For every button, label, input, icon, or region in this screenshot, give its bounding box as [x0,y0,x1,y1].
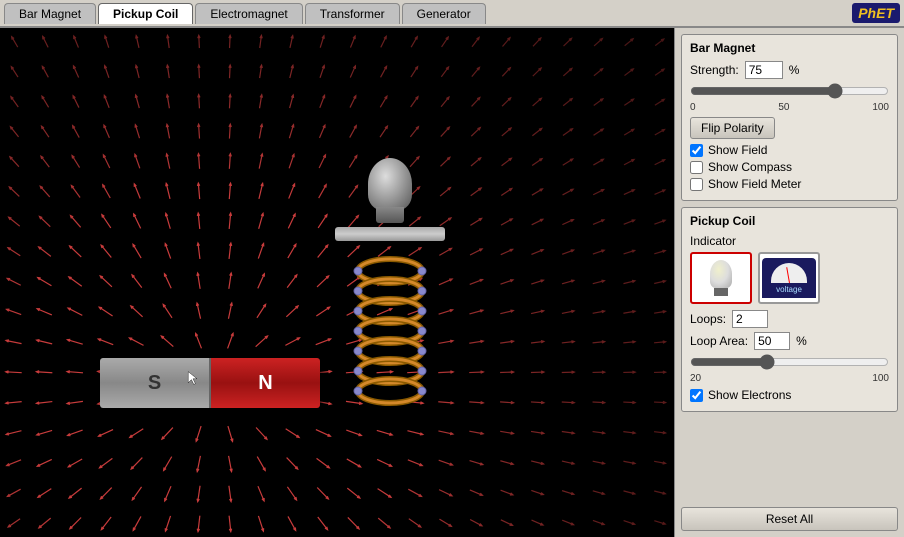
strength-input[interactable] [745,61,783,79]
indicator-voltmeter-option[interactable]: voltage [758,252,820,304]
flip-polarity-button[interactable]: Flip Polarity [690,117,775,139]
pickup-coil-panel: Pickup Coil Indicator [681,207,898,412]
show-field-meter-checkbox[interactable] [690,178,703,191]
phet-logo: PhET [852,3,900,23]
loops-label: Loops: [690,312,726,326]
mini-bulb-glass [710,260,732,288]
strength-unit: % [789,63,800,77]
tab-bar-magnet[interactable]: Bar Magnet [4,3,96,24]
loops-row: Loops: [690,310,889,328]
show-field-meter-label[interactable]: Show Field Meter [708,177,801,191]
indicator-bulb-option[interactable] [690,252,752,304]
strength-label: Strength: [690,63,739,77]
magnet-south-pole: S [100,358,211,408]
tab-electromagnet[interactable]: Electromagnet [195,3,302,24]
voltmeter-label-text: voltage [776,285,802,294]
show-compass-row: Show Compass [690,160,889,174]
loop-area-max-label: 100 [872,373,889,384]
loop-area-row: Loop Area: % [690,332,889,350]
bar-magnet-panel-title: Bar Magnet [690,41,889,55]
tab-transformer[interactable]: Transformer [305,3,400,24]
show-electrons-checkbox[interactable] [690,389,703,402]
bar-magnet-panel: Bar Magnet Strength: % 0 50 100 Flip Pol… [681,34,898,201]
strength-min-label: 0 [690,102,696,113]
magnet-north-pole: N [211,358,320,408]
pickup-coil-panel-title: Pickup Coil [690,214,889,228]
bar-magnet[interactable]: S N [100,358,320,408]
strength-row: Strength: % [690,61,889,79]
tab-generator[interactable]: Generator [402,3,486,24]
right-panel: Bar Magnet Strength: % 0 50 100 Flip Pol… [674,28,904,537]
show-electrons-label[interactable]: Show Electrons [708,388,791,402]
voltmeter-dial [771,263,807,283]
mini-bulb-base [714,288,728,296]
coil-windings [345,241,435,421]
loop-area-slider[interactable] [690,354,889,370]
show-compass-label[interactable]: Show Compass [708,160,792,174]
show-electrons-row: Show Electrons [690,388,889,402]
lightbulb [365,158,415,223]
voltmeter-needle [786,267,790,283]
strength-slider[interactable] [690,83,889,99]
simulation-canvas: S N [0,28,674,537]
flip-polarity-row: Flip Polarity [690,117,889,139]
pickup-coil-assembly [330,158,450,438]
mount-plate [335,227,445,241]
tab-pickup-coil[interactable]: Pickup Coil [98,3,193,24]
indicator-label: Indicator [690,234,889,248]
show-field-label[interactable]: Show Field [708,143,767,157]
strength-mid-label: 50 [778,102,789,113]
indicator-row: voltage [690,252,889,304]
reset-all-button[interactable]: Reset All [681,507,898,531]
strength-max-label: 100 [872,102,889,113]
mini-bulb-icon [708,260,734,296]
loop-area-label: Loop Area: [690,334,748,348]
show-field-row: Show Field [690,143,889,157]
loop-area-unit: % [796,334,807,348]
loop-area-slider-labels: 20 100 [690,373,889,384]
strength-slider-labels: 0 50 100 [690,102,889,113]
show-field-meter-row: Show Field Meter [690,177,889,191]
strength-slider-container: 0 50 100 [690,83,889,113]
bulb-glass [368,158,412,210]
loop-area-slider-container: 20 100 [690,354,889,384]
mini-voltmeter-icon: voltage [762,258,816,298]
loop-area-min-label: 20 [690,373,701,384]
show-compass-checkbox[interactable] [690,161,703,174]
loops-input[interactable] [732,310,768,328]
loop-area-input[interactable] [754,332,790,350]
show-field-checkbox[interactable] [690,144,703,157]
bulb-base [376,207,404,223]
